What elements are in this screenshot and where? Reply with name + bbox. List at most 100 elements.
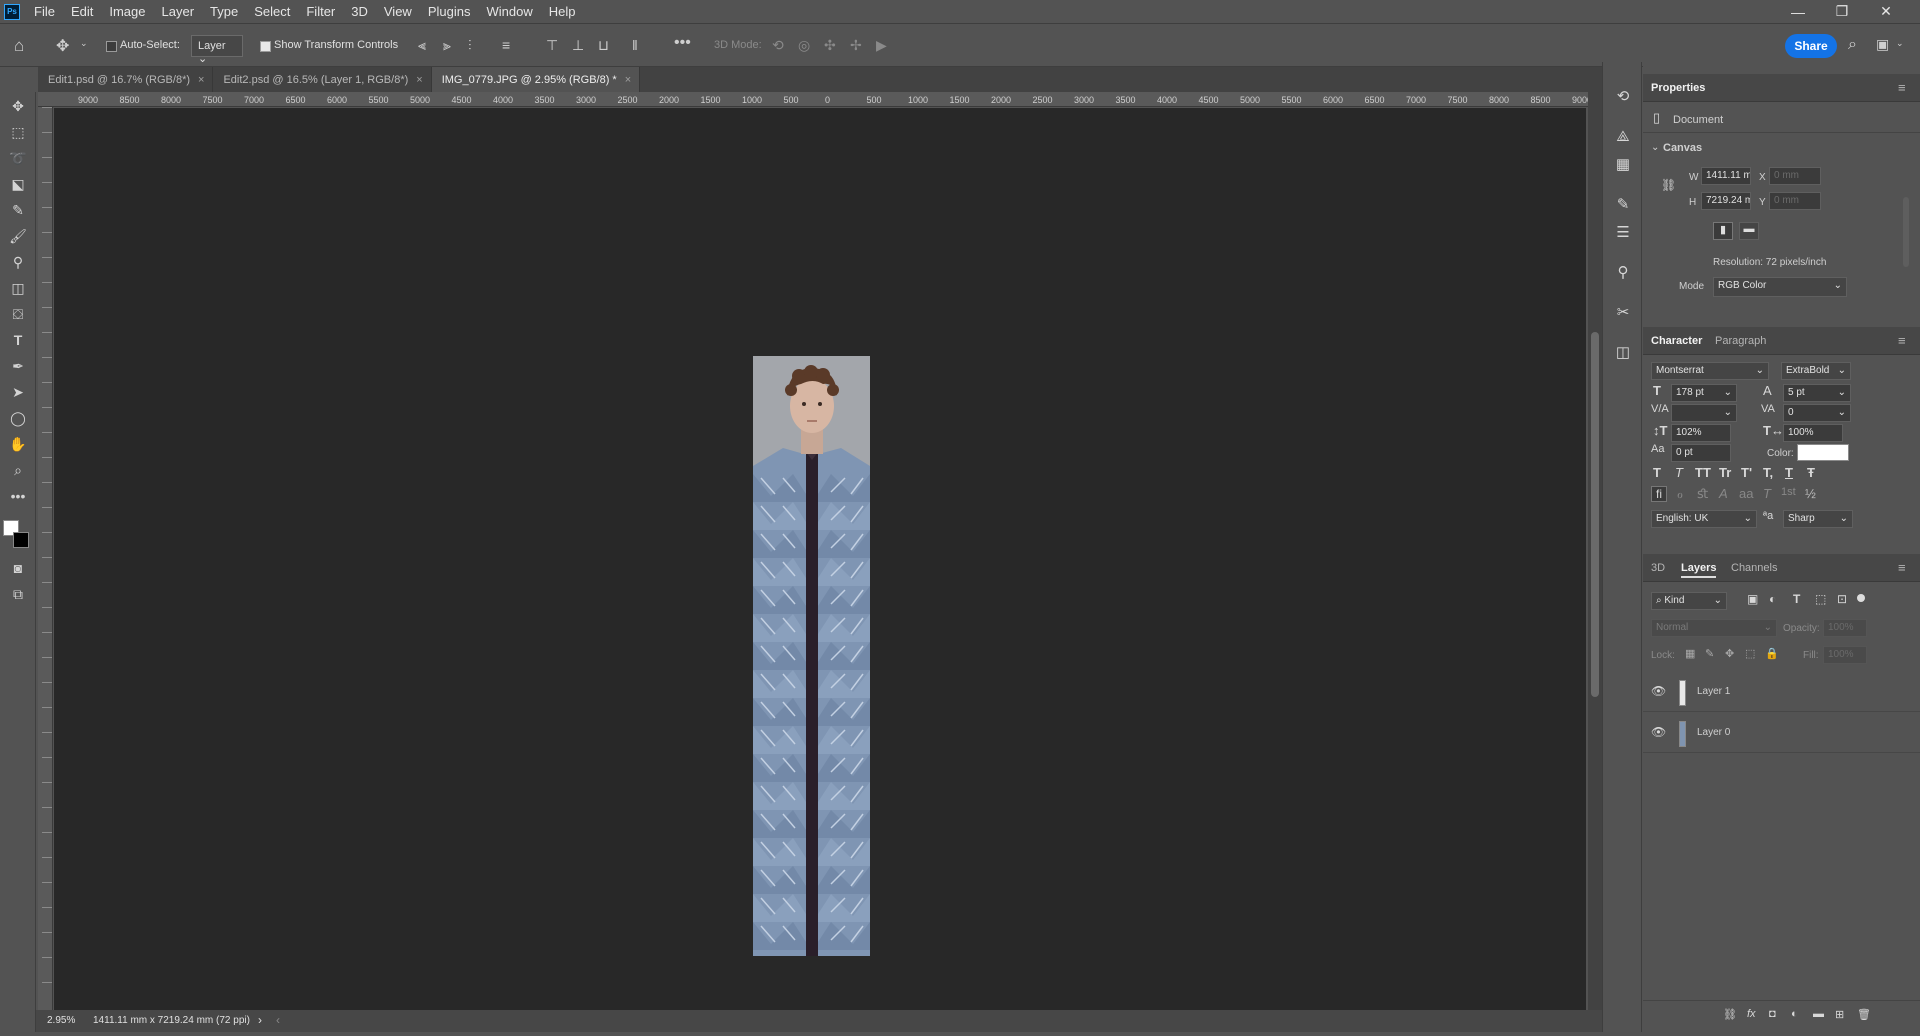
canvas-chevron-icon[interactable]: ⌄ xyxy=(1651,142,1659,153)
document-image[interactable] xyxy=(753,356,870,956)
faux-bold-icon[interactable]: T xyxy=(1653,465,1661,480)
object-select-icon[interactable]: ⬕ xyxy=(8,174,28,194)
align-right-icon[interactable]: ⫶ xyxy=(468,37,472,54)
filter-pixel-icon[interactable]: ▣ xyxy=(1747,592,1758,606)
canvas-y-field[interactable]: 0 mm xyxy=(1769,192,1821,210)
hand-icon[interactable]: ✋ xyxy=(8,434,28,454)
layer-name[interactable]: Layer 0 xyxy=(1697,727,1730,738)
close-icon[interactable]: ✕ xyxy=(1864,0,1908,23)
blend-mode-dropdown[interactable]: Normal ⌄ xyxy=(1651,619,1777,637)
contextual-alternates-icon[interactable]: T xyxy=(1763,486,1771,501)
brush-icon[interactable]: 🖌 xyxy=(8,226,28,246)
auto-select-checkbox[interactable] xyxy=(106,41,117,52)
filter-type-icon[interactable]: T xyxy=(1793,592,1800,606)
leading-field[interactable]: 5 pt ⌄ xyxy=(1783,384,1851,402)
filter-adjustment-icon[interactable]: ◐ xyxy=(1769,592,1776,606)
3d-orbit-icon[interactable]: ⟲ xyxy=(772,37,784,54)
layer-style-icon[interactable]: fx xyxy=(1747,1008,1756,1020)
vertical-scroll-thumb[interactable] xyxy=(1591,332,1599,697)
menu-layer[interactable]: Layer xyxy=(154,0,203,23)
quick-mask-icon[interactable]: ◙ xyxy=(8,558,28,578)
small-caps-icon[interactable]: Tr xyxy=(1719,465,1731,480)
close-icon[interactable]: × xyxy=(625,74,631,86)
tool-presets-icon[interactable]: ✂ xyxy=(1613,302,1633,322)
distribute-icon[interactable]: ≡ xyxy=(502,37,510,53)
swash-icon[interactable]: ﬆ xyxy=(1697,486,1708,502)
strikethrough-icon[interactable]: Ŧ xyxy=(1807,465,1815,480)
type-tool-icon[interactable]: T xyxy=(8,330,28,350)
screen-mode-icon[interactable]: ⧉ xyxy=(8,584,28,604)
marquee-icon[interactable]: ⬚ xyxy=(8,122,28,142)
filter-toggle-icon[interactable] xyxy=(1857,594,1865,602)
font-family-dropdown[interactable]: Montserrat ⌄ xyxy=(1651,362,1769,380)
paint-bucket-icon[interactable]: ⛋ xyxy=(8,304,28,324)
opacity-field[interactable]: 100% xyxy=(1823,619,1867,637)
panel-menu-icon[interactable]: ≡ xyxy=(1898,560,1906,575)
grid-icon[interactable]: ▦ xyxy=(1613,154,1633,174)
eyedropper-icon[interactable]: ✎ xyxy=(8,200,28,220)
layer-name[interactable]: Layer 1 xyxy=(1697,686,1730,697)
new-layer-icon[interactable]: ⊞ xyxy=(1835,1008,1844,1021)
tab-edit1[interactable]: Edit1.psd @ 16.7% (RGB/8*) × xyxy=(38,67,214,92)
close-icon[interactable]: × xyxy=(198,74,204,86)
fractions-icon[interactable]: ½ xyxy=(1805,486,1816,501)
layer-row[interactable]: 👁 Layer 1 xyxy=(1643,672,1920,712)
menu-file[interactable]: File xyxy=(26,0,63,23)
lock-transparent-icon[interactable]: ▦ xyxy=(1685,647,1695,660)
clone-source-icon[interactable]: ⚲ xyxy=(1613,262,1633,282)
tab-layers[interactable]: Layers xyxy=(1681,562,1717,578)
background-color-swatch[interactable] xyxy=(13,532,29,548)
menu-filter[interactable]: Filter xyxy=(298,0,343,23)
portrait-orientation-icon[interactable]: ▮ xyxy=(1713,222,1733,240)
tab-character[interactable]: Character xyxy=(1651,335,1702,347)
language-dropdown[interactable]: English: UK ⌄ xyxy=(1651,510,1757,528)
search-icon[interactable]: ⌕ xyxy=(1848,36,1857,54)
menu-view[interactable]: View xyxy=(376,0,420,23)
show-transform-checkbox[interactable] xyxy=(260,41,271,52)
vertical-scale-field[interactable]: 102% xyxy=(1671,424,1731,442)
tab-img0779[interactable]: IMG_0779.JPG @ 2.95% (RGB/8) * × xyxy=(431,67,641,92)
move-icon[interactable]: ✥ xyxy=(8,96,28,116)
vertical-scrollbar[interactable] xyxy=(1588,92,1602,1010)
underline-icon[interactable]: T xyxy=(1785,465,1793,480)
visibility-eye-icon[interactable]: 👁 xyxy=(1651,684,1666,698)
distribute-vertical-icon[interactable]: ‖ xyxy=(632,37,638,53)
faux-italic-icon[interactable]: T xyxy=(1675,465,1683,480)
home-icon[interactable]: ⌂ xyxy=(14,36,24,56)
link-icon[interactable]: ⛓ xyxy=(1661,178,1676,192)
tracking-field[interactable]: 0 ⌄ xyxy=(1783,404,1851,422)
canvas-x-field[interactable]: 0 mm xyxy=(1769,167,1821,185)
workspace-icon[interactable]: ▣ xyxy=(1876,36,1889,53)
superscript-icon[interactable]: T' xyxy=(1741,465,1752,480)
menu-window[interactable]: Window xyxy=(478,0,540,23)
titling-alternates-icon[interactable]: aa xyxy=(1739,486,1753,501)
panel-menu-icon[interactable]: ≡ xyxy=(1898,333,1906,348)
more-options-icon[interactable]: ••• xyxy=(674,34,691,52)
chevron-left-icon[interactable]: ‹ xyxy=(276,1013,280,1027)
lock-position-icon[interactable]: ✥ xyxy=(1725,647,1734,660)
3d-icon[interactable]: ⟁ xyxy=(1613,126,1633,146)
text-color-swatch[interactable] xyxy=(1797,444,1849,461)
3d-pan-icon[interactable]: ✣ xyxy=(824,37,836,54)
new-group-icon[interactable]: ▬ xyxy=(1813,1008,1824,1020)
antialias-dropdown[interactable]: Sharp ⌄ xyxy=(1783,510,1853,528)
path-select-icon[interactable]: ➤ xyxy=(8,382,28,402)
horizontal-scale-field[interactable]: 100% xyxy=(1783,424,1843,442)
menu-3d[interactable]: 3D xyxy=(343,0,376,23)
menu-image[interactable]: Image xyxy=(101,0,153,23)
lock-all-icon[interactable]: 🔒 xyxy=(1765,647,1779,660)
align-bottom-icon[interactable]: ⊔ xyxy=(598,37,609,54)
align-center-icon[interactable]: ⫸ xyxy=(443,37,451,54)
ligatures-icon[interactable]: fi xyxy=(1651,486,1667,502)
filter-shape-icon[interactable]: ⬚ xyxy=(1815,592,1826,606)
tab-3d[interactable]: 3D xyxy=(1651,562,1665,574)
properties-title[interactable]: Properties xyxy=(1651,82,1705,94)
tab-channels[interactable]: Channels xyxy=(1731,562,1777,574)
delete-layer-icon[interactable]: 🗑 xyxy=(1857,1008,1871,1021)
kerning-field[interactable]: ⌄ xyxy=(1671,404,1737,422)
pen-icon[interactable]: ✒ xyxy=(8,356,28,376)
old-style-icon[interactable]: ℴ xyxy=(1677,486,1683,502)
lock-pixels-icon[interactable]: ✎ xyxy=(1705,647,1714,660)
restore-icon[interactable]: ❐ xyxy=(1820,0,1864,23)
share-button[interactable]: Share xyxy=(1785,34,1837,58)
